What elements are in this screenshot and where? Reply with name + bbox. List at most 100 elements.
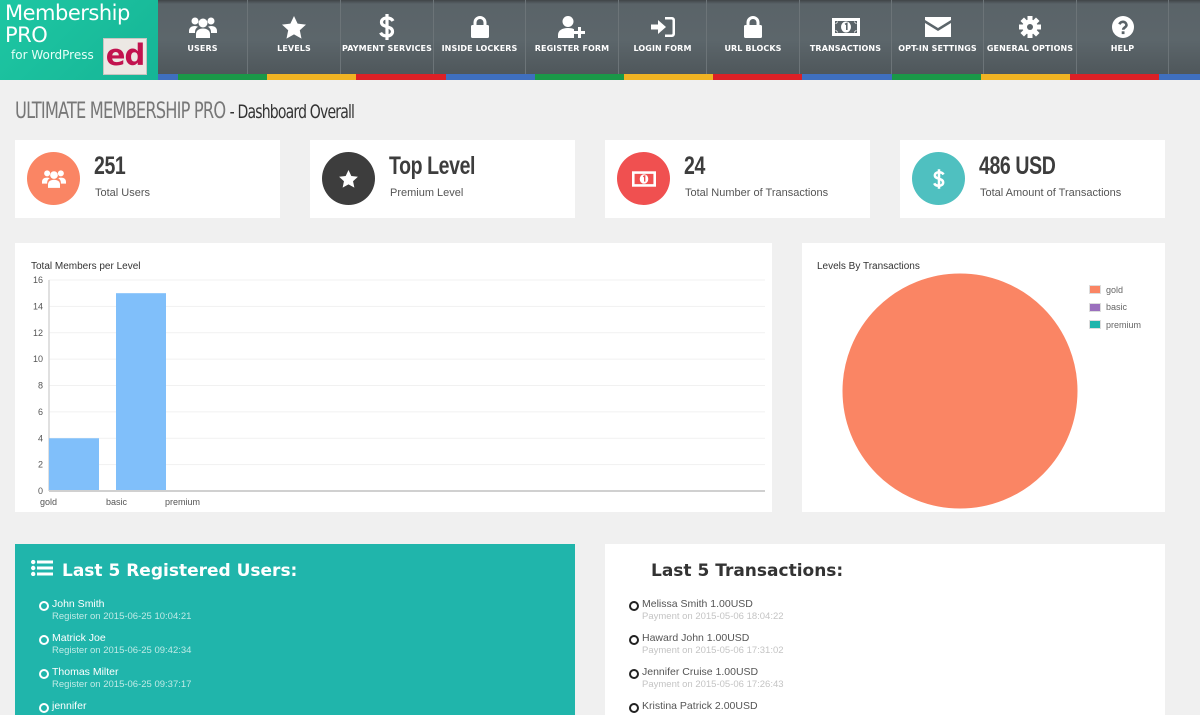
dollar-icon [373,14,401,40]
nav-general-options[interactable]: GENERAL OPTIONS [984,0,1077,74]
stripe-segment [1159,74,1200,80]
stripe-segment [802,74,892,80]
legend-item-premium: premium [1089,316,1141,334]
y-tick-label: 0 [38,486,43,496]
list-item-date: Register on 2015-06-25 09:37:17 [52,679,192,690]
members-per-level-chart-panel: Total Members per Level 0 2 4 6 8 10 12 14 16 gol… [15,243,772,512]
stat-value: Top Level [389,152,476,180]
nav-url-blocks-label: URL BLOCKS [724,44,782,53]
legend-label: basic [1106,302,1128,313]
nav-help-label: HELP [1110,44,1135,53]
y-tick-label: 6 [38,407,43,417]
nav-login-form-label: LOGIN FORM [633,44,692,53]
stat-value: 251 [94,152,126,180]
list-icon [31,560,53,576]
list-item-name[interactable]: Thomas Milter [52,666,119,678]
nav-login-form[interactable]: LOGIN FORM [619,0,707,74]
circle-bullet-icon [39,601,49,611]
stripe-segment [891,74,981,80]
stripe-segment [980,74,1070,80]
page-title: ULTIMATE MEMBERSHIP PRO - Dashboard Over… [15,99,355,124]
nav-payment-services[interactable]: PAYMENT SERVICES [341,0,434,74]
circle-bullet-icon [39,703,49,713]
legend-swatch [1089,302,1101,312]
dollar-icon [912,152,965,205]
legend-swatch [1089,285,1101,295]
list-item-date: Payment on 2015-05-06 18:04:22 [642,611,784,622]
logo-line-1: Membership [5,1,130,25]
y-tick-label: 12 [33,328,43,338]
nav-transactions-label: TRANSACTIONS [809,44,882,53]
nav-inside-lockers[interactable]: INSIDE LOCKERS [434,0,526,74]
pie-slice-gold [841,272,1079,510]
stat-card-total-users: 251 Total Users [15,140,280,218]
money-icon [617,152,670,205]
lock-icon [739,14,767,40]
list-item-name[interactable]: John Smith [52,598,105,610]
legend-swatch [1089,320,1101,330]
top-navigation-bar: Membership PRO for WordPress ed USERS LE… [0,0,1200,80]
y-tick-label: 16 [33,275,43,285]
stripe-segment [624,74,714,80]
logo-subtitle: for WordPress [11,48,94,62]
nav-levels[interactable]: LEVELS [248,0,341,74]
bar-chart: 0 2 4 6 8 10 12 14 16 gold basic premium [33,275,765,507]
last-transactions-panel: Last 5 Transactions: Melissa Smith 1.00U… [605,544,1165,715]
nav-opt-in-settings-label: OPT-IN SETTINGS [898,44,977,53]
stat-label: Premium Level [390,187,464,199]
stat-label: Total Amount of Transactions [980,187,1122,199]
legend-item-basic: basic [1089,299,1141,317]
list-item-name[interactable]: Matrick Joe [52,632,106,644]
legend-label: gold [1106,284,1124,295]
gear-icon [1016,14,1044,40]
stat-value: 24 [684,152,705,180]
y-tick-label: 10 [33,354,43,364]
circle-bullet-icon [39,635,49,645]
pie-legend: gold basic premium [1089,281,1141,334]
list-item-name[interactable]: Melissa Smith 1.00USD [642,598,753,610]
legend-item-gold: gold [1089,281,1141,299]
list-item-name[interactable]: Jennifer Cruise 1.00USD [642,666,758,678]
stripe-segment [158,74,178,80]
stat-card-total-transactions: 24 Total Number of Transactions [605,140,870,218]
list-item-name[interactable]: jennifer [52,700,86,712]
y-tick-label: 14 [33,301,43,311]
circle-bullet-icon [629,669,639,679]
x-tick-label: premium [165,497,200,507]
circle-bullet-icon [39,669,49,679]
membership-pro-logo[interactable]: Membership PRO for WordPress ed [0,0,158,80]
ed-badge: ed [103,38,147,75]
nav-url-blocks[interactable]: URL BLOCKS [707,0,800,74]
nav-users[interactable]: USERS [158,0,248,74]
nav-transactions[interactable]: TRANSACTIONS [800,0,892,74]
stripe-segment [534,74,624,80]
stat-card-total-amount: 486 USD Total Amount of Transactions [900,140,1165,218]
page-title-main: ULTIMATE MEMBERSHIP PRO [15,99,226,124]
lock-icon [466,14,494,40]
x-tick-label: gold [40,497,57,507]
star-icon [280,14,308,40]
legend-label: premium [1106,319,1142,330]
stripe-segment [178,74,268,80]
nav-opt-in-settings[interactable]: OPT-IN SETTINGS [892,0,984,74]
list-item-name[interactable]: Haward John 1.00USD [642,632,749,644]
stripe-segment [356,74,446,80]
nav-register-form[interactable]: REGISTER FORM [526,0,619,74]
levels-by-transactions-chart-panel: Levels By Transactions gold basic premium [802,243,1165,512]
stat-value: 486 USD [979,152,1056,180]
list-item-name[interactable]: Kristina Patrick 2.00USD [642,700,758,712]
question-icon [1109,14,1137,40]
star-icon [322,152,375,205]
list-item-date: Payment on 2015-05-06 17:31:02 [642,645,784,656]
bar-basic [116,293,166,491]
stripe-segment [267,74,357,80]
stripe-segment [445,74,535,80]
transactions-heading: Last 5 Transactions: [651,561,844,581]
nav-register-form-label: REGISTER FORM [534,44,610,53]
nav-payment-services-label: PAYMENT SERVICES [342,44,432,53]
nav-general-options-label: GENERAL OPTIONS [986,44,1074,53]
nav-help[interactable]: HELP [1077,0,1169,74]
nav-levels-label: LEVELS [277,44,311,53]
list-item-date: Register on 2015-06-25 10:04:21 [52,611,192,622]
user-plus-icon [558,14,586,40]
